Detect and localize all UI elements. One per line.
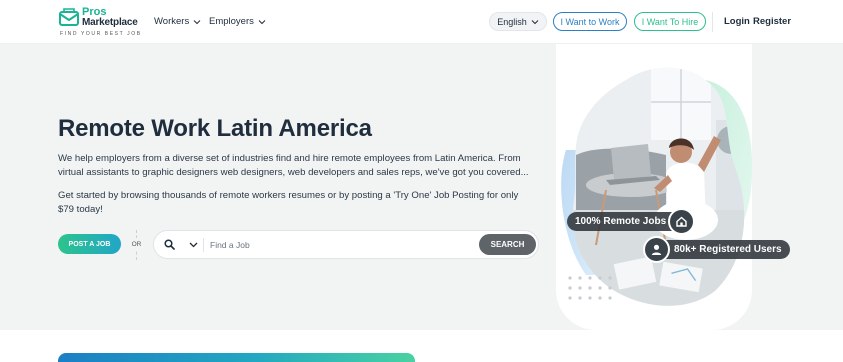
register-link[interactable]: Register <box>753 16 791 27</box>
hero-illustration <box>561 67 753 306</box>
remote-jobs-badge-label: 100% Remote Jobs <box>575 216 667 227</box>
search-button[interactable]: SEARCH <box>479 234 536 255</box>
hero-description-secondary: Get started by browsing thousands of rem… <box>58 190 519 215</box>
site-header: Pros Marketplace FIND YOUR BEST JOB Work… <box>0 0 843 44</box>
search-icon <box>164 239 175 250</box>
chevron-down-icon[interactable] <box>189 241 198 249</box>
section-gradient-banner <box>58 353 415 362</box>
chevron-down-icon <box>258 19 266 24</box>
want-to-work-button[interactable]: I Want to Work <box>553 12 627 31</box>
chevron-down-icon <box>193 19 201 24</box>
page-title: Remote Work Latin America <box>58 115 372 142</box>
want-to-hire-button[interactable]: I Want To Hire <box>634 12 706 31</box>
nav-workers-label: Workers <box>154 16 190 27</box>
registered-users-badge-label: 80k+ Registered Users <box>674 244 782 255</box>
job-search-bar: SEARCH <box>153 230 539 259</box>
home-icon <box>668 208 695 235</box>
brand-tagline: FIND YOUR BEST JOB <box>60 31 142 37</box>
brand-logo[interactable]: Pros Marketplace FIND YOUR BEST JOB <box>59 6 149 40</box>
post-a-job-button[interactable]: POST A JOB <box>58 234 121 254</box>
user-icon <box>643 236 670 263</box>
language-selector[interactable]: English <box>489 12 547 31</box>
brand-name-line2: Marketplace <box>82 17 138 28</box>
nav-workers-menu[interactable]: Workers <box>154 16 201 27</box>
search-divider <box>203 238 204 252</box>
nav-employers-label: Employers <box>209 16 254 27</box>
nav-employers-menu[interactable]: Employers <box>209 16 266 27</box>
envelope-logo-icon <box>59 8 79 26</box>
header-divider <box>712 12 713 32</box>
search-input[interactable] <box>210 237 470 253</box>
or-separator: OR <box>129 238 144 251</box>
hero-description: We help employers from a diverse set of … <box>58 153 529 178</box>
login-link[interactable]: Login <box>724 16 750 27</box>
registered-users-badge: 80k+ Registered Users <box>650 240 790 259</box>
language-label: English <box>497 16 527 27</box>
chevron-down-icon <box>531 19 539 24</box>
